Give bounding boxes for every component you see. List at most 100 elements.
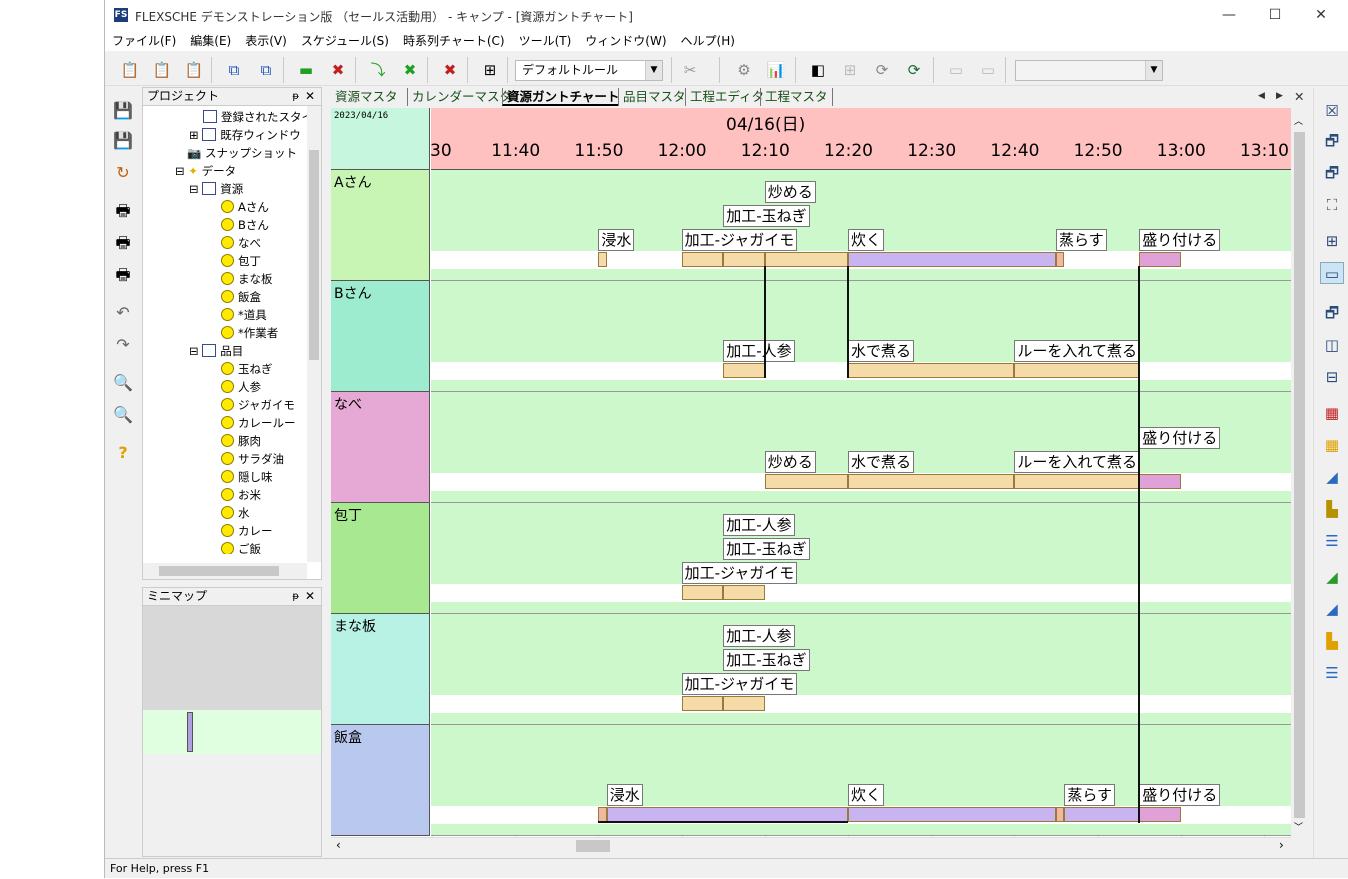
task-bar-cook[interactable] — [848, 807, 1056, 822]
tools-icon[interactable]: ✂ — [679, 59, 701, 81]
network-icon[interactable]: ⊞ — [479, 59, 501, 81]
task-bar-potato[interactable] — [681, 696, 724, 711]
minimap-view[interactable] — [143, 710, 321, 754]
minimap-viewport[interactable] — [187, 712, 193, 752]
menu-timeseries-chart[interactable]: 時系列チャート(C) — [396, 31, 512, 51]
task-bar-roux[interactable] — [1014, 363, 1140, 378]
tab-process-master[interactable]: 工程マスタ — [760, 88, 833, 106]
rule-combo[interactable]: デフォルトルール ▼ — [515, 60, 663, 81]
print-icon[interactable]: 🖶 — [112, 200, 134, 222]
tree-item[interactable]: お米 — [221, 486, 261, 504]
load-chart-icon[interactable]: ◢ — [1320, 566, 1344, 588]
tile-icon[interactable]: ⊞ — [1320, 230, 1344, 252]
task-bar-soak-start[interactable] — [598, 807, 607, 822]
bar-chart-icon[interactable]: ▙ — [1320, 498, 1344, 520]
project-hscrollbar[interactable] — [143, 563, 307, 579]
resource-row-header[interactable]: 包丁 — [331, 503, 430, 614]
task-bar-serve[interactable] — [1139, 474, 1181, 489]
tab-calendar-master[interactable]: カレンダーマスタ — [407, 88, 512, 106]
tree-resource-item[interactable]: 飯盒 — [221, 288, 261, 306]
tab-item-master[interactable]: 品目マスタ — [618, 88, 686, 106]
tree-item[interactable]: サラダ油 — [221, 450, 284, 468]
task-bar-soak[interactable] — [606, 807, 848, 822]
green-bar-delete-icon[interactable]: ✖ — [327, 59, 349, 81]
task-bar-carrot[interactable] — [723, 363, 765, 378]
tree-item[interactable]: カレー — [221, 522, 273, 540]
schedule-run-icon[interactable]: 📋 — [151, 59, 173, 81]
area-chart-icon[interactable]: ◢ — [1320, 466, 1344, 488]
refresh-icon[interactable]: ⟳ — [903, 59, 925, 81]
tree-item[interactable]: カレールー — [221, 414, 296, 432]
maximize-button[interactable]: ☐ — [1255, 4, 1295, 26]
task-bar-serve[interactable] — [1139, 807, 1181, 822]
report-icon[interactable]: 📊 — [765, 59, 787, 81]
menu-edit[interactable]: 編集(E) — [183, 31, 238, 51]
gantt-icon[interactable]: ▦ — [1320, 434, 1344, 456]
task-bar-potato[interactable] — [681, 252, 724, 267]
resource-row-header[interactable]: Bさん — [331, 281, 430, 392]
tree-item[interactable]: 水 — [221, 504, 250, 522]
split-vertical-icon[interactable]: ◫ — [1320, 334, 1344, 356]
gantt-hscrollbar[interactable]: ‹ › — [331, 837, 1291, 854]
task-bar-boil[interactable] — [848, 474, 1015, 489]
scroll-thumb[interactable] — [576, 840, 610, 852]
task-bar-boil[interactable] — [848, 363, 1015, 378]
resource-row-header[interactable]: Aさん — [331, 170, 430, 281]
menu-tools[interactable]: ツール(T) — [512, 31, 579, 51]
assign-icon[interactable]: ⧉ — [255, 59, 277, 81]
menu-window[interactable]: ウィンドウ(W) — [578, 31, 673, 51]
save-all-icon[interactable]: 💾 — [112, 130, 134, 152]
resource-lane[interactable] — [431, 503, 1291, 614]
scroll-up-icon[interactable]: ︿ — [1294, 114, 1303, 127]
tree-item[interactable]: 豚肉 — [221, 432, 261, 450]
tab-resource-master[interactable]: 資源マスタ — [335, 88, 398, 106]
tree-item[interactable]: 隠し味 — [221, 468, 273, 486]
redo-icon[interactable]: ↷ — [112, 334, 134, 356]
scroll-right-icon[interactable]: › — [1279, 838, 1284, 852]
scroll-down-icon[interactable]: ﹀ — [1294, 820, 1303, 833]
tab-next-icon[interactable]: ▶ — [1276, 88, 1283, 106]
tree-snapshot[interactable]: 📷 スナップショット — [187, 144, 297, 162]
task-bar-serve[interactable] — [1139, 252, 1181, 267]
menu-file[interactable]: ファイル(F) — [105, 31, 183, 51]
resource-row-header[interactable]: 飯盒 — [331, 725, 430, 836]
tree-item[interactable]: 人参 — [221, 378, 261, 396]
green-remove-icon[interactable]: ✖ — [399, 59, 421, 81]
list-icon[interactable]: ☰ — [1320, 662, 1344, 684]
close-panel-icon[interactable]: ✕ — [305, 588, 315, 605]
tab-close-icon[interactable]: ✕ — [1294, 88, 1304, 106]
print-preview-icon[interactable]: 🖶 — [112, 264, 134, 286]
resource-row-header[interactable]: なべ — [331, 392, 430, 503]
tab-process-editor[interactable]: 工程エディタ — [685, 88, 764, 106]
close-all-icon[interactable]: ☒ — [1320, 100, 1344, 122]
minimize-button[interactable]: — — [1209, 4, 1249, 26]
project-vscrollbar[interactable] — [307, 106, 321, 562]
task-bar-onion[interactable] — [723, 252, 765, 267]
tree-resource-item[interactable]: *道具 — [221, 306, 267, 324]
reload-icon[interactable]: ↻ — [112, 162, 134, 184]
split-horizontal-icon[interactable]: ⊟ — [1320, 366, 1344, 388]
tree-resources[interactable]: ⊟ 資源 — [189, 180, 243, 198]
save-icon[interactable]: 💾 — [112, 100, 134, 122]
pattern-icon[interactable]: ▦ — [1320, 402, 1344, 424]
gantt-vscrollbar[interactable]: ︿ ﹀ — [1291, 108, 1308, 837]
task-bar-steam[interactable] — [1056, 807, 1065, 822]
tree-resource-item[interactable]: Bさん — [221, 216, 269, 234]
task-bar-soak[interactable] — [598, 252, 607, 267]
undo-icon[interactable]: ↶ — [112, 302, 134, 324]
tree-resource-item[interactable]: *作業者 — [221, 324, 278, 342]
pin-icon[interactable]: ᵽ — [292, 588, 299, 605]
pin-icon[interactable]: ᵽ — [292, 88, 299, 105]
tree-resource-item[interactable]: Aさん — [221, 198, 269, 216]
task-bar-steam[interactable] — [1056, 252, 1065, 267]
chevron-down-icon[interactable]: ▼ — [645, 61, 662, 80]
schedule-clear-icon[interactable]: 📋 — [183, 59, 205, 81]
green-insert-icon[interactable]: ⤵ — [367, 59, 389, 81]
tree-data[interactable]: ⊟ ✦ データ — [175, 162, 236, 180]
task-bar-cook[interactable] — [848, 252, 1056, 267]
window-restore-icon[interactable]: 🗗 — [1320, 130, 1344, 152]
tab-prev-icon[interactable]: ◀ — [1258, 88, 1265, 106]
tree-existing-windows[interactable]: ⊞ 既存ウィンドウ — [189, 126, 301, 144]
task-bar-saute[interactable] — [764, 252, 848, 267]
schedule-settings-icon[interactable]: 📋 — [119, 59, 141, 81]
